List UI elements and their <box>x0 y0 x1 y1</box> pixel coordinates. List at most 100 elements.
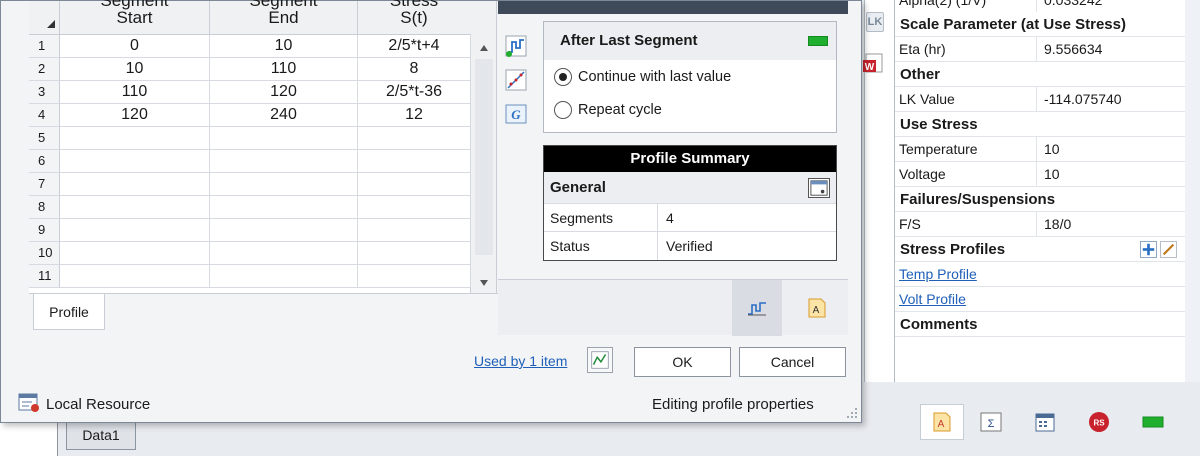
cell-end[interactable]: 120 <box>210 81 358 104</box>
header-stress[interactable]: Stress S(t) <box>358 0 470 35</box>
row-number[interactable]: 7 <box>29 173 60 196</box>
cell-stress[interactable] <box>358 242 471 265</box>
radio-button[interactable] <box>554 101 572 119</box>
word-icon[interactable]: W <box>862 52 884 74</box>
formula-button[interactable]: Σ <box>964 404 1018 440</box>
row-number[interactable]: 2 <box>29 58 60 81</box>
cell-end[interactable] <box>210 219 358 242</box>
svg-text:A: A <box>938 419 945 430</box>
cell-stress[interactable] <box>358 150 471 173</box>
scroll-up-icon[interactable] <box>480 45 488 51</box>
cell-end[interactable] <box>210 150 358 173</box>
cell-stress[interactable] <box>358 173 471 196</box>
cancel-button[interactable]: Cancel <box>739 347 846 377</box>
profile-chart-button[interactable] <box>501 31 531 61</box>
svg-text:G: G <box>511 107 521 122</box>
cell-start[interactable] <box>60 150 210 173</box>
option-continue-last-value[interactable]: Continue with last value <box>554 66 731 88</box>
prop-key: LK Value <box>895 87 1037 111</box>
scroll-down-icon[interactable] <box>480 280 488 286</box>
cell-stress[interactable] <box>358 196 471 219</box>
add-icon[interactable] <box>1140 241 1157 258</box>
cell-start[interactable]: 120 <box>60 104 210 127</box>
ok-button[interactable]: OK <box>634 347 731 377</box>
plot-button[interactable] <box>501 65 531 95</box>
radio-button[interactable] <box>554 68 572 86</box>
cell-start[interactable] <box>60 265 210 288</box>
row-number[interactable]: 11 <box>29 265 60 288</box>
stress-profiles-label: Stress Profiles <box>900 241 1006 258</box>
cell-end[interactable] <box>210 265 358 288</box>
option-repeat-cycle[interactable]: Repeat cycle <box>554 99 662 121</box>
cell-stress[interactable]: 2/5*t-36 <box>358 81 471 104</box>
table-row: 6 <box>29 150 471 173</box>
green-status-icon <box>1142 416 1164 428</box>
grid-tab-strip: Profile <box>29 293 499 335</box>
prop-header-stress-profiles: Stress Profiles <box>895 237 1185 262</box>
cell-end[interactable] <box>210 173 358 196</box>
cell-start[interactable] <box>60 196 210 219</box>
rs-logo-button[interactable]: RS <box>1072 404 1126 440</box>
chart-icon[interactable] <box>587 347 613 373</box>
text-note-icon: A <box>933 412 951 432</box>
cell-end[interactable] <box>210 127 358 150</box>
row-number[interactable]: 8 <box>29 196 60 219</box>
cell-start[interactable]: 110 <box>60 81 210 104</box>
formula-icon: Σ <box>980 412 1002 432</box>
cell-end[interactable]: 240 <box>210 104 358 127</box>
table-row: 1 0 10 2/5*t+4 <box>29 35 471 58</box>
row-number[interactable]: 1 <box>29 35 60 58</box>
after-last-segment-box: After Last Segment Continue with last va… <box>543 21 837 133</box>
resize-grip-icon[interactable] <box>846 407 858 419</box>
cell-stress[interactable]: 8 <box>358 58 471 81</box>
cell-stress[interactable] <box>358 265 471 288</box>
cell-stress[interactable]: 12 <box>358 104 471 127</box>
row-number[interactable]: 5 <box>29 127 60 150</box>
scroll-thumb[interactable] <box>475 59 493 255</box>
prop-header-scale: Scale Parameter (at Use Stress) <box>895 12 1185 37</box>
cell-stress[interactable] <box>358 127 471 150</box>
function-button[interactable]: G <box>501 99 531 129</box>
cell-end[interactable]: 110 <box>210 58 358 81</box>
cell-stress[interactable]: 2/5*t+4 <box>358 35 471 58</box>
cell-start[interactable]: 0 <box>60 35 210 58</box>
row-number[interactable]: 6 <box>29 150 60 173</box>
header-line2: S(t) <box>400 8 428 27</box>
row-number[interactable]: 10 <box>29 242 60 265</box>
status-indicator-button[interactable] <box>1126 404 1180 440</box>
text-note-button[interactable]: A <box>920 404 965 440</box>
cell-end[interactable]: 10 <box>210 35 358 58</box>
text-note-button[interactable]: A <box>792 280 842 336</box>
header-segment-end[interactable]: Segment End <box>210 0 358 35</box>
row-number[interactable]: 9 <box>29 219 60 242</box>
corner-triangle-icon <box>47 20 55 28</box>
grid-header: Segment Start Segment End Stress S(t) <box>29 0 471 35</box>
cell-stress[interactable] <box>358 219 471 242</box>
summary-section-label: General <box>550 179 606 196</box>
window-icon[interactable] <box>808 178 830 198</box>
volt-profile-link[interactable]: Volt Profile <box>895 287 1185 312</box>
used-by-link[interactable]: Used by 1 item <box>474 353 567 369</box>
row-number[interactable]: 4 <box>29 104 60 127</box>
header-segment-start[interactable]: Segment Start <box>60 0 210 35</box>
row-number[interactable]: 3 <box>29 81 60 104</box>
cell-start[interactable]: 10 <box>60 58 210 81</box>
pencil-icon[interactable] <box>1160 241 1177 258</box>
data-sheet-tab[interactable]: Data1 <box>66 420 136 450</box>
temp-profile-link[interactable]: Temp Profile <box>895 262 1185 287</box>
calendar-button[interactable] <box>1018 404 1072 440</box>
tab-profile[interactable]: Profile <box>33 294 105 330</box>
cell-end[interactable] <box>210 196 358 219</box>
lk-badge[interactable]: LK <box>866 12 884 32</box>
cell-start[interactable] <box>60 219 210 242</box>
cell-start[interactable] <box>60 127 210 150</box>
grid-scrollbar[interactable] <box>471 1 497 293</box>
svg-text:A: A <box>813 305 820 316</box>
cell-start[interactable] <box>60 173 210 196</box>
profile-view-button[interactable] <box>732 280 782 336</box>
prop-key: Voltage <box>895 162 1037 186</box>
prop-row-fs: F/S 18/0 <box>895 212 1185 237</box>
grid-corner[interactable] <box>29 1 60 35</box>
cell-end[interactable] <box>210 242 358 265</box>
cell-start[interactable] <box>60 242 210 265</box>
